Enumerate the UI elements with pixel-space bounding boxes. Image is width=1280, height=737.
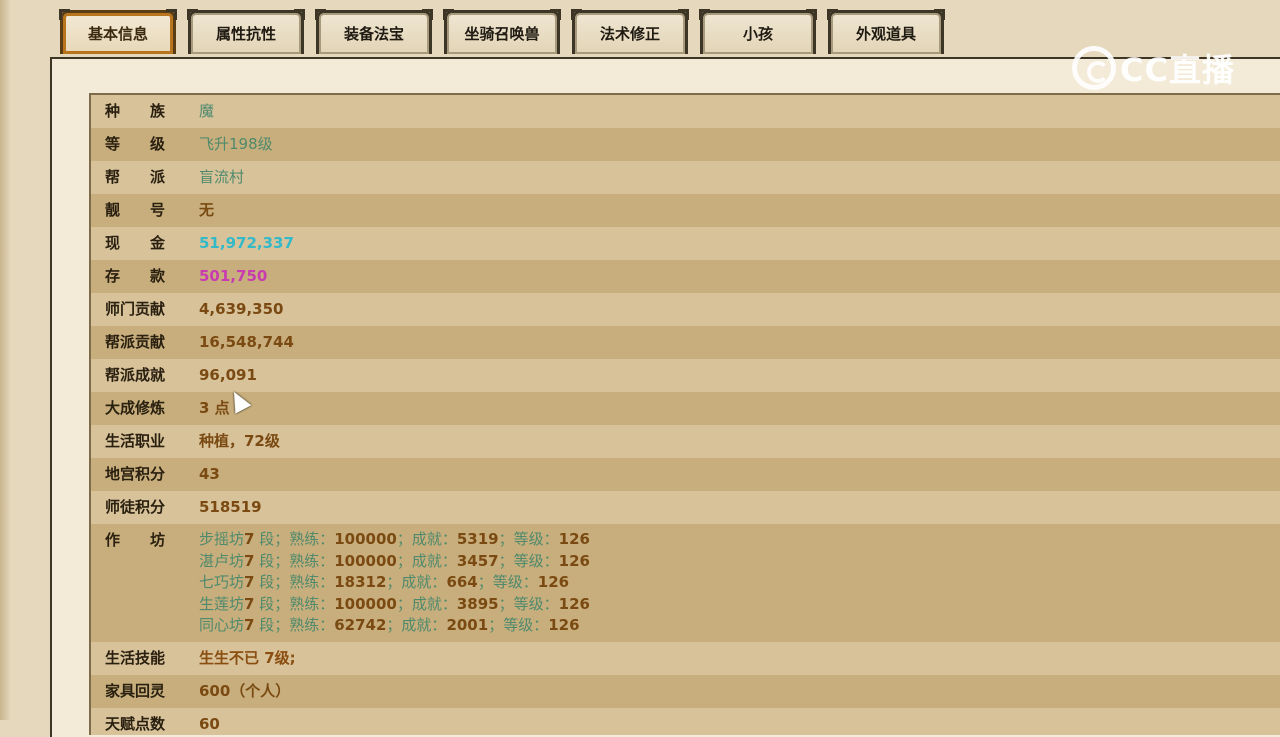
workshop-line: 同心坊7 段；熟练：62742；成就：2001；等级：126 — [199, 616, 580, 634]
row-label: 生活技能 — [105, 648, 166, 667]
row-cash: 现 金 51,972,337 — [91, 227, 1280, 260]
tab-appearance-items[interactable]: 外观道具 — [827, 9, 945, 54]
row-label: 现 金 — [105, 234, 166, 252]
row-label: 地宫积分 — [105, 465, 166, 483]
logo-text: CC直播 — [1120, 51, 1235, 89]
row-furniture-spirit: 家具回灵 600（个人） — [91, 674, 1280, 708]
workshop-line: 七巧坊7 段；熟练：18312；成就：664；等级：126 — [199, 573, 570, 591]
row-label: 种 族 — [105, 102, 166, 120]
row-value: 501,750 — [199, 267, 268, 285]
row-race: 种 族 魔 — [91, 95, 1280, 128]
row-value: 4,639,350 — [199, 300, 284, 318]
tab-attributes-resistance[interactable]: 属性抗性 — [187, 9, 305, 54]
row-value: 43 — [199, 465, 220, 483]
row-label: 天赋点数 — [105, 714, 166, 733]
tab-mounts-summons[interactable]: 坐骑召唤兽 — [443, 9, 561, 54]
tab-spell-modifiers[interactable]: 法术修正 — [571, 9, 689, 54]
workshop-list: 步摇坊7 段；熟练：100000；成就：5319；等级：126 湛卢坊7 段；熟… — [199, 524, 590, 642]
cc-logo-icon — [1072, 46, 1116, 90]
row-level: 等 级 飞升198级 — [91, 128, 1280, 161]
row-value: 60 — [199, 714, 220, 733]
cc-live-logo: CC直播 — [1072, 44, 1235, 92]
workshop-line: 生莲坊7 段；熟练：100000；成就：3895；等级：126 — [199, 594, 590, 613]
row-life-skills: 生活技能 生生不已 7级; — [91, 641, 1280, 675]
row-great-cultivation: 大成修炼 3 点 — [91, 392, 1280, 425]
row-label: 生活职业 — [105, 432, 166, 450]
row-value: 518519 — [199, 498, 262, 516]
row-value: 盲流村 — [199, 168, 245, 186]
row-label: 帮派贡献 — [105, 333, 166, 351]
tab-basic-info[interactable]: 基本信息 — [59, 9, 177, 54]
row-label: 师徒积分 — [105, 498, 166, 516]
row-value: 生生不已 7级; — [199, 648, 296, 667]
row-value: 无 — [199, 201, 215, 219]
row-label: 帮派成就 — [105, 366, 166, 384]
row-value: 魔 — [199, 102, 215, 120]
tab-equipment[interactable]: 装备法宝 — [315, 9, 433, 54]
row-label: 存 款 — [105, 267, 166, 285]
row-label: 大成修炼 — [105, 399, 166, 417]
row-guild-achievement: 帮派成就 96,091 — [91, 359, 1280, 392]
workshop-line: 湛卢坊7 段；熟练：100000；成就：3457；等级：126 — [199, 551, 590, 570]
row-label: 师门贡献 — [105, 300, 166, 318]
row-savings: 存 款 501,750 — [91, 260, 1280, 293]
row-label: 靓 号 — [105, 201, 166, 219]
row-sect-contribution: 师门贡献 4,639,350 — [91, 293, 1280, 326]
row-value: 飞升198级 — [199, 135, 273, 153]
row-vanity-id: 靓 号 无 — [91, 194, 1280, 227]
row-value: 种植，72级 — [199, 432, 280, 450]
row-guild-contribution: 帮派贡献 16,548,744 — [91, 326, 1280, 359]
row-value: 16,548,744 — [199, 333, 294, 351]
row-value: 96,091 — [199, 366, 257, 384]
row-mentor-points: 师徒积分 518519 — [91, 491, 1280, 524]
row-label: 家具回灵 — [105, 681, 166, 700]
row-label: 等 级 — [105, 135, 166, 153]
row-value: 600（个人） — [199, 681, 291, 700]
row-label: 帮 派 — [105, 168, 166, 186]
row-talent-points: 天赋点数 60 — [91, 707, 1280, 735]
row-label: 作 坊 — [105, 531, 166, 549]
row-value: 51,972,337 — [199, 234, 294, 252]
row-guild: 帮 派 盲流村 — [91, 161, 1280, 194]
row-life-profession: 生活职业 种植，72级 — [91, 425, 1280, 458]
window-left-edge — [0, 0, 12, 720]
row-workshops: 作 坊 步摇坊7 段；熟练：100000；成就：5319；等级：126 湛卢坊7… — [91, 524, 1280, 642]
row-value: 3 点 — [199, 399, 230, 417]
tab-children[interactable]: 小孩 — [699, 9, 817, 54]
info-table: 种 族 魔 等 级 飞升198级 帮 派 盲流村 靓 号 无 现 金 51,97… — [89, 93, 1280, 735]
workshop-line: 步摇坊7 段；熟练：100000；成就：5319；等级：126 — [199, 530, 590, 548]
row-dungeon-points: 地宫积分 43 — [91, 458, 1280, 491]
